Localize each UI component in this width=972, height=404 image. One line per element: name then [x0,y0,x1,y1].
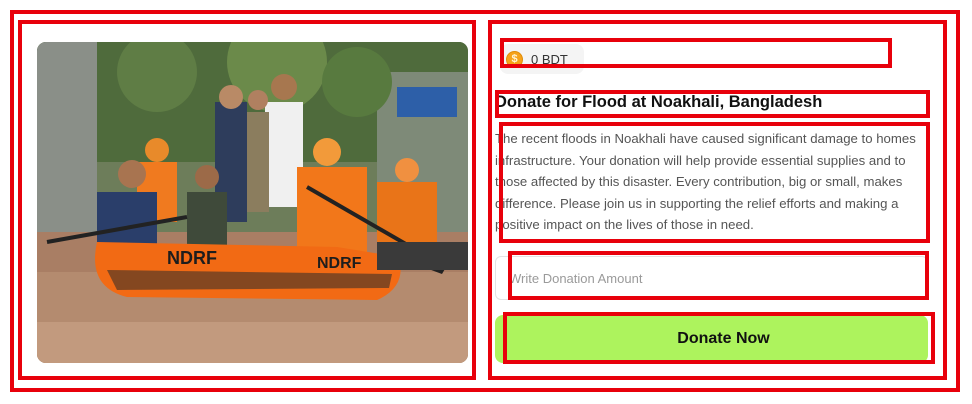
annotation-balance [500,38,892,68]
svg-text:NDRF: NDRF [167,248,217,268]
annotation-button [503,312,935,364]
annotation-input [508,251,929,300]
annotation-description [499,122,930,243]
svg-text:NDRF: NDRF [317,255,362,272]
flood-rescue-photo: NDRF NDRF [37,42,468,363]
annotation-title [495,90,930,118]
